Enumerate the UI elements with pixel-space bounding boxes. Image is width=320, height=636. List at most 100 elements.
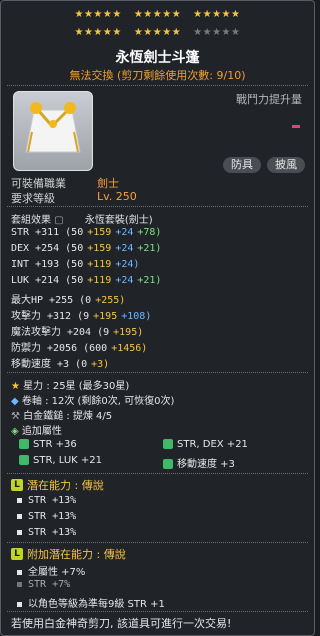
stat-total: +193 [35,259,60,270]
stat-row: 魔法攻擊力 +204 (9 +195) [11,323,143,338]
stat-base: (600 [83,343,108,354]
star-group-1: ★★★★★ [74,9,122,20]
equip-type-chip: 防具 [223,157,261,173]
stat-row: LUK +214 (50 +119 +24 +21) [11,275,161,286]
stat-row: 防禦力 +2056 (600 +1456) [11,339,147,354]
star-icon: ★ [11,381,20,392]
item-name: 永恆劍士斗篷 [115,50,200,66]
extra-option-1: STR +36 [19,439,77,450]
level-label: 要求等級 [11,192,55,205]
set-effect-label: 套組效果 [11,215,51,226]
lock-icon: ▢ [54,215,64,226]
extra-option-3: STR, LUK +21 [19,455,102,466]
bonus-potential-line-2: STR +7% [17,579,70,590]
stat-row: 攻擊力 +312 (9 +195 +108) [11,307,151,322]
potential-line-2: STR +13% [17,511,76,522]
stat-base: (9 [97,327,110,338]
equip-slot-chip: 披風 [267,157,305,173]
bonus-potential-line-3: 以角色等級為準每9級 STR +1 [17,595,165,610]
stat-flame: +255) [95,295,126,306]
divider [7,372,308,373]
stat-name: 最大HP [11,295,44,306]
divider [7,85,308,86]
stat-base: (50 [65,227,84,238]
stat-total: +312 [47,311,72,322]
stat-flame: +1456) [111,343,148,354]
stat-extra: +21) [137,243,162,254]
bonus-potential-line-1: 全屬性 +7% [17,563,85,578]
stat-base: (0 [75,359,88,370]
star-group-5: ★★★★★ [133,27,182,38]
stat-total: +214 [35,275,60,286]
legendary-potential-icon: L [11,479,23,491]
star-force-row-2: ★★★★★ ★★★★★ ★★★★★ [1,27,314,38]
stat-flame: +119 [87,275,112,286]
stat-base: (50 [65,259,84,270]
divider [7,206,308,207]
stat-scroll: +24 [115,275,134,286]
extra-option-header: ◈ 追加屬性 [11,426,62,437]
stat-name: 移動速度 [11,359,51,370]
star-force-row-1: ★★★★★ ★★★★★ ★★★★★ [1,9,314,20]
extra-option-2: STR, DEX +21 [163,439,248,450]
stat-base: (9 [77,311,90,322]
stat-name: LUK [11,275,30,286]
item-tooltip: ★★★★★ ★★★★★ ★★★★★ ★★★★★ ★★★★★ ★★★★★ 永恆劍士斗篷 無… [0,0,315,636]
potential-line-1: STR +13% [17,495,76,506]
stat-name: 魔法攻擊力 [11,327,61,338]
stat-scroll: +108) [121,311,152,322]
star-group-4: ★★★★★ [74,27,122,38]
job-value: 劍士 [97,177,119,190]
stat-base: (50 [65,243,84,254]
footer-note: 若使用白金神奇剪刀, 該道具可進行一次交易! [11,617,232,630]
stat-extra: +21) [137,275,162,286]
legendary-bonus-potential-icon: L [11,548,23,560]
stat-extra: +78) [137,227,162,238]
stat-total: +3 [57,359,70,370]
stat-flame: +159 [87,227,112,238]
stat-flame: +159 [87,243,112,254]
job-label: 可裝備職業 [11,177,66,190]
stat-row: INT +193 (50 +119 +24) [11,259,139,270]
stat-flame: +195) [113,327,144,338]
star-group-3: ★★★★★ [193,9,241,20]
divider [7,473,308,474]
stat-scroll: +24 [115,243,134,254]
star-force-info: ★ 星力 : 25星 (最多30星) [11,381,130,392]
extra-option-4: 移動速度 +3 [163,455,235,470]
scroll-icon: ◆ [11,396,19,407]
scroll-info: ◆ 卷軸 : 12次 (剩餘0次, 可恢復0次) [11,396,175,407]
divider [7,542,308,543]
damage-indicator-icon [292,125,300,128]
stat-row: STR +311 (50 +159 +24 +78) [11,227,161,238]
set-effect-row: 套組效果 ▢ 永恆套裝(劍士) [11,211,153,226]
stat-row: DEX +254 (50 +159 +24 +21) [11,243,161,254]
stat-name: DEX [11,243,30,254]
potential-line-3: STR +13% [17,527,76,538]
stat-name: 攻擊力 [11,311,41,322]
divider [7,611,308,612]
stat-flame: +119 [87,259,112,270]
damage-increase-label: 戰鬥力提升量 [236,93,302,106]
stat-scroll: +24 [115,227,134,238]
level-value: Lv. 250 [97,190,137,203]
stat-base: (50 [65,275,84,286]
hammer-icon: ⚒ [11,411,20,422]
stat-total: +311 [35,227,60,238]
set-name: 永恆套裝(劍士) [84,215,153,226]
stat-flame: +195 [93,311,118,322]
hammer-info: ⚒ 白金鐵鎚 : 提煉 4/5 [11,411,113,422]
stat-total: +204 [67,327,92,338]
extra-option-icon: ◈ [11,426,19,437]
potential-header: L 潛在能力 : 傳說 [11,477,104,493]
stat-total: +254 [35,243,60,254]
stat-name: STR [11,227,30,238]
stat-name: 防禦力 [11,343,41,354]
stat-row: 最大HP +255 (0 +255) [11,291,125,306]
bonus-potential-header: L 附加潛在能力 : 傳說 [11,546,126,562]
stat-total: +255 [49,295,74,306]
stat-flame: +3) [91,359,110,370]
trade-status: 無法交換 (剪刀剩餘使用次數: 9/10) [69,69,246,82]
star-group-6: ★★★★★ [193,27,241,38]
item-icon [13,91,93,171]
